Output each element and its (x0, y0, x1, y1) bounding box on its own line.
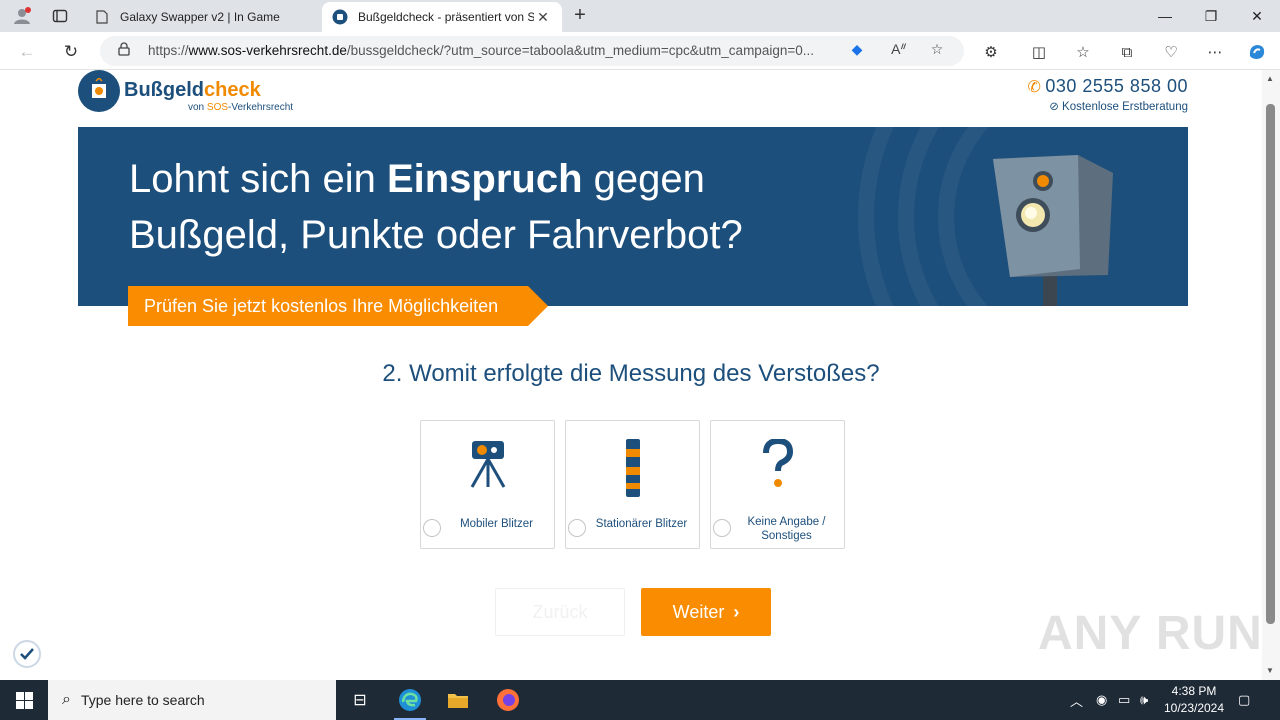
tray-chevron-icon[interactable]: ︿ (1070, 680, 1083, 720)
tab-galaxy-swapper[interactable]: Galaxy Swapper v2 | In Game (84, 2, 322, 32)
profile-icon[interactable] (10, 4, 34, 28)
radio-button[interactable] (423, 519, 441, 537)
option-label: Stationärer Blitzer (595, 518, 688, 530)
check-circle-icon: ⊘ (1049, 101, 1059, 113)
meet-now-icon[interactable]: ◉ (1096, 680, 1107, 720)
more-menu-icon[interactable]: ⋯ (1202, 40, 1228, 64)
logo-camera-icon (78, 70, 120, 112)
tripod-camera-icon (421, 439, 554, 489)
tab-actions-icon[interactable] (48, 4, 72, 28)
lock-icon (118, 42, 130, 59)
option-stationary-camera[interactable]: Stationärer Blitzer (565, 420, 700, 549)
hero-banner: Lohnt sich ein Einspruch gegen Bußgeld, … (78, 127, 1188, 306)
firefox-icon[interactable] (484, 680, 532, 720)
search-icon: ⌕ (62, 691, 71, 708)
phone-number[interactable]: 030 2555 858 00 (1045, 76, 1188, 96)
close-tab-icon[interactable]: ✕ (534, 9, 552, 26)
option-label: Mobiler Blitzer (460, 518, 533, 530)
new-tab-button[interactable]: + (568, 4, 592, 28)
form-question: 2. Womit erfolgte die Messung des Versto… (382, 360, 880, 387)
option-mobile-camera[interactable]: Mobiler Blitzer (420, 420, 555, 549)
tab-bussgeldcheck[interactable]: Bußgeldcheck - präsentiert von S ✕ (322, 2, 562, 32)
browser-essentials-icon[interactable]: ♡ (1158, 40, 1184, 64)
tab-title: Bußgeldcheck - präsentiert von S (358, 10, 534, 24)
speed-pillar-icon (566, 439, 699, 497)
radio-button[interactable] (713, 519, 731, 537)
favorites-icon[interactable]: ☆ (1070, 40, 1096, 64)
logo-wordmark: Bußgeldcheck (124, 79, 261, 101)
task-view-icon[interactable]: ⊟ (336, 680, 384, 720)
browser-tab-bar: Galaxy Swapper v2 | In Game Bußgeldcheck… (0, 0, 1280, 32)
scroll-down-icon[interactable]: ▼ (1266, 666, 1274, 675)
taskbar-search[interactable]: ⌕ Type here to search (48, 680, 336, 720)
hero-headline: Lohnt sich ein Einspruch gegen Bußgeld, … (129, 157, 743, 257)
logo-subtitle: von SOS-Verkehrsrecht (188, 102, 294, 113)
page-icon (94, 9, 110, 25)
volume-icon[interactable]: 🕪 (1140, 680, 1148, 720)
coupon-tag-icon[interactable]: ◆ (846, 41, 868, 61)
split-screen-icon[interactable]: ◫ (1026, 40, 1052, 64)
cta-ribbon: Prüfen Sie jetzt kostenlos Ihre Möglichk… (128, 286, 548, 326)
refresh-icon[interactable]: ↻ (58, 39, 84, 65)
collections-icon[interactable]: ⧉ (1114, 40, 1140, 64)
contact-phone[interactable]: ✆ 030 2555 858 00 ⊘ Kostenlose Erstberatu… (1027, 76, 1188, 113)
windows-start-icon[interactable] (0, 680, 48, 720)
back-button[interactable]: Zurück (495, 588, 625, 636)
system-clock[interactable]: 4:38 PM 10/23/2024 (1158, 683, 1230, 717)
file-explorer-icon[interactable] (434, 680, 482, 720)
notifications-icon[interactable]: ▢ (1238, 680, 1250, 720)
address-toolbar: ← ↻ https://www.sos-verkehrsrecht.de/bus… (0, 32, 1280, 70)
web-page: Bußgeldcheck von SOS-Verkehrsrecht ✆ 030 … (0, 70, 1262, 680)
free-consultation-note: ⊘ Kostenlose Erstberatung (1049, 101, 1188, 113)
minimize-button[interactable]: — (1142, 0, 1188, 32)
restore-button[interactable]: ❐ (1188, 0, 1234, 32)
question-mark-icon (711, 439, 844, 489)
trust-badge-icon[interactable] (13, 640, 41, 668)
network-icon[interactable]: ▭ (1118, 680, 1130, 720)
extensions-icon[interactable]: ⚙ (978, 40, 1004, 64)
phone-icon: ✆ (1027, 79, 1042, 96)
windows-taskbar: ⌕ Type here to search ⊟ ︿ ◉ ▭ 🕪 4:38 PM … (0, 680, 1280, 720)
speed-camera-illustration (988, 153, 1118, 306)
chevron-right-icon: › (733, 601, 740, 622)
back-arrow-icon[interactable]: ← (14, 39, 40, 65)
search-placeholder: Type here to search (80, 692, 205, 708)
tab-title: Galaxy Swapper v2 | In Game (120, 10, 280, 24)
radio-button[interactable] (568, 519, 586, 537)
option-label: Keine Angabe / Sonstiges (747, 516, 826, 542)
read-aloud-icon[interactable]: Aᐥ (888, 41, 910, 61)
favorite-star-icon[interactable]: ☆ (926, 41, 948, 61)
url-text[interactable]: https://www.sos-verkehrsrecht.de/bussgel… (148, 43, 838, 58)
edge-browser-icon[interactable] (386, 680, 434, 720)
scrollbar-thumb[interactable] (1266, 104, 1275, 624)
copilot-icon[interactable] (1244, 40, 1270, 64)
page-scrollbar[interactable]: ▲ ▼ (1262, 70, 1280, 680)
ribbon-text: Prüfen Sie jetzt kostenlos Ihre Möglichk… (144, 296, 499, 316)
option-other[interactable]: Keine Angabe / Sonstiges (710, 420, 845, 549)
next-button[interactable]: Weiter › (641, 588, 771, 636)
close-window-button[interactable]: ✕ (1234, 0, 1280, 32)
site-favicon-icon (332, 9, 348, 25)
anyrun-watermark: ANY RUN (1038, 607, 1262, 660)
scroll-up-icon[interactable]: ▲ (1266, 74, 1274, 83)
address-bar[interactable]: https://www.sos-verkehrsrecht.de/bussgel… (100, 36, 964, 66)
site-logo[interactable]: Bußgeldcheck von SOS-Verkehrsrecht (78, 70, 308, 116)
